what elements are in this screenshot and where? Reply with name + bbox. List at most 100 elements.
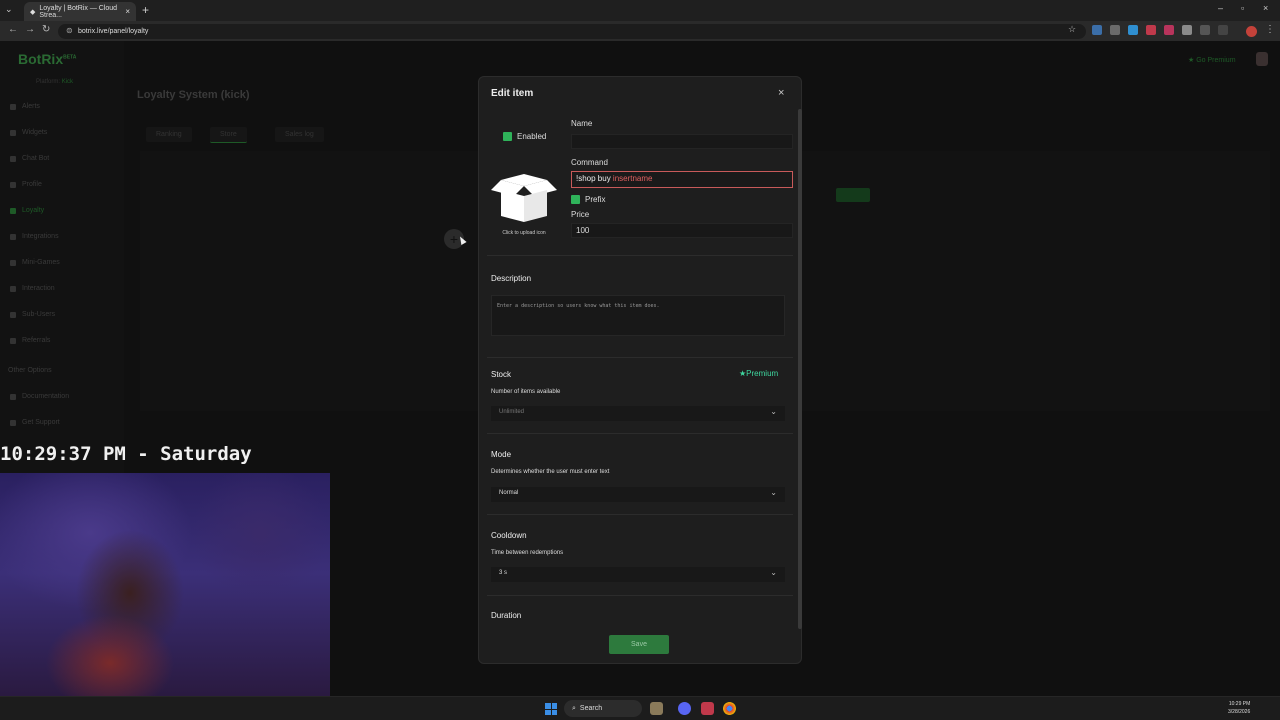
extension-icon[interactable] xyxy=(1146,25,1156,35)
tab-close-icon[interactable]: × xyxy=(125,7,130,16)
sidebar-item-referrals[interactable]: Referrals xyxy=(10,337,50,344)
extensions-bar xyxy=(1092,25,1228,35)
divider xyxy=(487,514,793,515)
url-text: botrix.live/panel/loyalty xyxy=(78,28,149,35)
address-bar[interactable]: ⊜ botrix.live/panel/loyalty xyxy=(58,24,1086,39)
chrome-icon[interactable] xyxy=(723,702,736,715)
premium-badge: ★Premium xyxy=(739,369,779,378)
cooldown-description: Time between redemptions xyxy=(491,550,564,556)
profile-avatar[interactable] xyxy=(1246,26,1257,37)
sidebar-item-chat-bot[interactable]: Chat Bot xyxy=(10,155,49,162)
extension-icon[interactable] xyxy=(1164,25,1174,35)
maximize-icon[interactable]: ▫ xyxy=(1241,3,1244,13)
sidebar-item-loyalty[interactable]: Loyalty xyxy=(10,207,44,214)
stock-value: Unlimited xyxy=(499,409,525,415)
user-avatar[interactable] xyxy=(1256,52,1268,66)
bookmark-star-icon[interactable]: ☆ xyxy=(1068,24,1076,35)
extensions-puzzle-icon[interactable] xyxy=(1200,25,1210,35)
name-label: Name xyxy=(571,119,593,128)
back-icon[interactable]: ← xyxy=(8,24,18,35)
tab-favicon-icon: ◆ xyxy=(30,8,36,16)
webcam-feed xyxy=(0,473,330,696)
support-icon xyxy=(10,419,16,426)
forward-icon[interactable]: → xyxy=(25,24,35,35)
loyalty-icon xyxy=(10,207,16,214)
modal-title: Edit item xyxy=(491,88,534,99)
sidebar-item-documentation[interactable]: Documentation xyxy=(10,393,69,400)
plug-icon xyxy=(10,233,16,240)
referral-icon xyxy=(10,337,16,344)
sidebar-item-mini-games[interactable]: Mini-Games xyxy=(10,259,60,266)
enabled-label: Enabled xyxy=(517,132,547,141)
cooldown-value: 3 s xyxy=(499,570,508,576)
sidepanel-icon[interactable] xyxy=(1218,25,1228,35)
upload-icon-label[interactable]: Click to upload icon xyxy=(489,230,559,236)
reload-icon[interactable]: ↻ xyxy=(42,24,50,35)
windows-start-icon[interactable] xyxy=(545,703,557,715)
prefix-checkbox[interactable]: Prefix xyxy=(571,195,605,204)
extension-icon[interactable] xyxy=(1092,25,1102,35)
tab-search-icon[interactable]: ⌄ xyxy=(5,4,13,15)
tray-date: 3/28/2026 xyxy=(1228,709,1251,715)
taskbar-app-icon[interactable] xyxy=(650,702,663,715)
sidebar-item-sub-users[interactable]: Sub-Users xyxy=(10,311,55,318)
tab-ranking[interactable]: Ranking xyxy=(146,127,192,142)
tab-title: Loyalty | BotRix — Cloud Strea... xyxy=(39,4,118,19)
robot-icon xyxy=(10,155,16,162)
browser-tab[interactable]: ◆ Loyalty | BotRix — Cloud Strea... × xyxy=(24,2,136,21)
mode-description: Determines whether the user must enter t… xyxy=(491,469,610,475)
stock-label: Stock xyxy=(491,370,512,379)
name-input[interactable] xyxy=(571,134,793,149)
tab-sales-log[interactable]: Sales log xyxy=(275,127,324,142)
stock-description: Number of items available xyxy=(491,389,561,395)
music-icon xyxy=(10,285,16,292)
background-action-button[interactable] xyxy=(836,188,870,202)
box-icon[interactable] xyxy=(489,172,559,224)
discord-icon[interactable] xyxy=(678,702,691,715)
tray-time: 10:29 PM xyxy=(1228,701,1251,707)
cooldown-select[interactable]: 3 s ⌄ xyxy=(491,567,785,582)
sidebar-item-alerts[interactable]: Alerts xyxy=(10,103,40,110)
stock-select[interactable]: Unlimited ⌄ xyxy=(491,406,785,421)
sidebar-item-interaction[interactable]: Interaction xyxy=(10,285,55,292)
site-info-icon[interactable]: ⊜ xyxy=(66,26,73,35)
divider xyxy=(487,595,793,596)
page-title: Loyalty System (kick) xyxy=(137,89,250,101)
tab-store[interactable]: Store xyxy=(210,127,247,143)
menu-dots-icon[interactable]: ⋮ xyxy=(1265,24,1275,35)
minimize-icon[interactable]: – xyxy=(1218,3,1223,13)
gamepad-icon xyxy=(10,259,16,266)
divider xyxy=(487,255,793,256)
close-icon[interactable]: × xyxy=(778,87,784,99)
window-close-icon[interactable]: × xyxy=(1263,3,1268,13)
cooldown-label: Cooldown xyxy=(491,531,527,540)
extension-icon[interactable] xyxy=(1110,25,1120,35)
extension-icon[interactable] xyxy=(1182,25,1192,35)
system-clock[interactable]: 10:29 PM 3/28/2026 xyxy=(1228,700,1250,716)
modal-scrollbar[interactable] xyxy=(798,109,802,629)
sidebar-item-profile[interactable]: Profile xyxy=(10,181,42,188)
save-button[interactable]: Save xyxy=(609,635,669,654)
price-input[interactable]: 100 xyxy=(571,223,793,238)
mode-select[interactable]: Normal ⌄ xyxy=(491,487,785,502)
extension-icon[interactable] xyxy=(1128,25,1138,35)
command-label: Command xyxy=(571,158,608,167)
sidebar-item-get-support[interactable]: Get Support xyxy=(10,419,60,426)
new-tab-icon[interactable]: + xyxy=(142,3,149,17)
command-input[interactable]: !shop buy insertname xyxy=(571,171,793,188)
description-textarea[interactable]: Enter a description so users know what t… xyxy=(491,295,785,336)
widgets-icon xyxy=(10,129,16,136)
mode-value: Normal xyxy=(499,490,519,496)
taskbar-app-icon[interactable] xyxy=(701,702,714,715)
sidebar-item-widgets[interactable]: Widgets xyxy=(10,129,47,136)
search-icon: ⌕ xyxy=(572,704,576,712)
app-logo[interactable]: BotRixBETA xyxy=(18,51,76,67)
chevron-down-icon: ⌄ xyxy=(770,488,777,497)
enabled-checkbox[interactable]: Enabled xyxy=(503,132,546,141)
sidebar-item-integrations[interactable]: Integrations xyxy=(10,233,59,240)
search-label: Search xyxy=(579,705,603,712)
taskbar-search[interactable]: ⌕ Search xyxy=(564,700,642,717)
go-premium-link[interactable]: ★ Go Premium xyxy=(1188,56,1236,64)
docs-icon xyxy=(10,393,16,400)
user-icon xyxy=(10,181,16,188)
